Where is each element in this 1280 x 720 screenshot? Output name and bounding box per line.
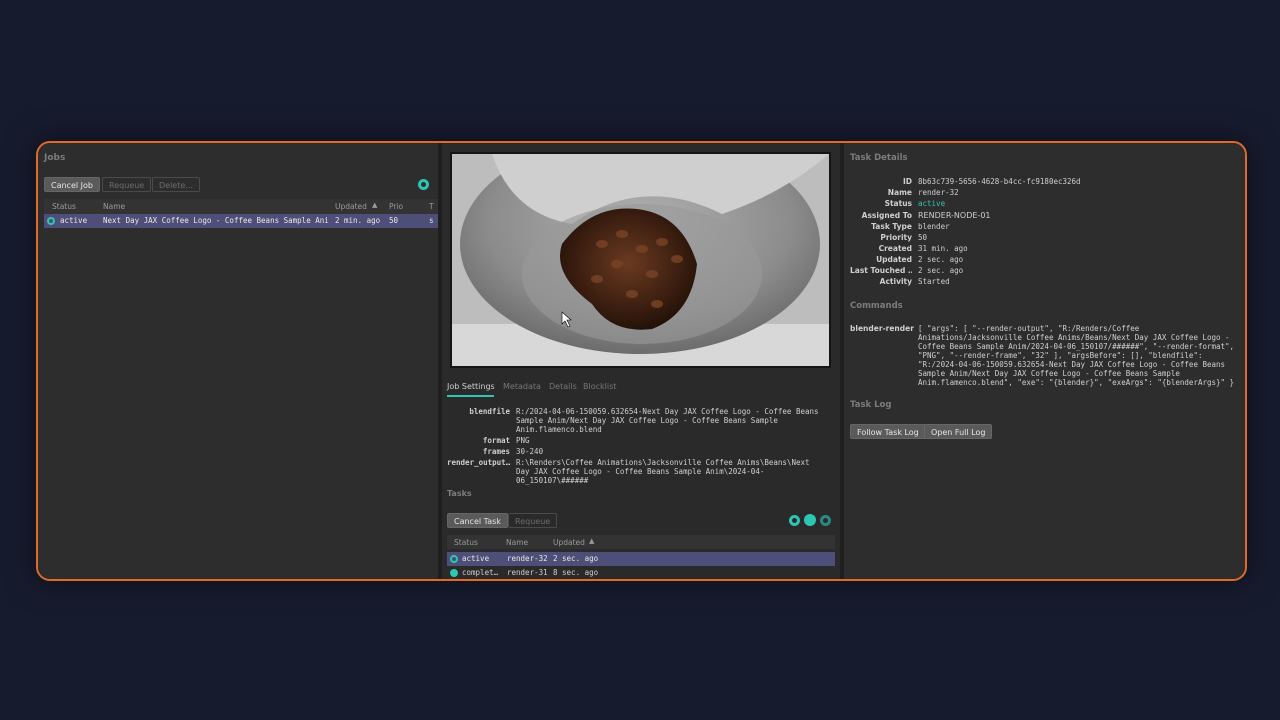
filter-queued-icon[interactable] (820, 515, 831, 526)
setting-value: R:\Renders\Coffee Animations\Jacksonvill… (516, 458, 810, 485)
detail-key: Priority (880, 233, 912, 242)
table-row[interactable]: complet… render-31 8 sec. ago (447, 566, 835, 579)
follow-task-log-button[interactable]: Follow Task Log (850, 424, 926, 439)
col-status[interactable]: Status (454, 538, 478, 547)
setting-value: PNG (516, 436, 530, 445)
detail-value: 2 sec. ago (918, 255, 964, 264)
sort-asc-icon: ▲ (589, 537, 595, 545)
task-updated: 2 sec. ago (553, 554, 599, 563)
command-value: [ "args": [ "--render-output", "R:/Rende… (918, 324, 1235, 387)
task-updated: 8 sec. ago (553, 568, 599, 577)
tab-metadata[interactable]: Metadata (503, 382, 541, 391)
detail-key: Created (878, 244, 912, 253)
commands-title: Commands (850, 301, 903, 311)
setting-key: format (482, 436, 510, 445)
detail-value: render-32 (918, 188, 959, 197)
jobs-title: Jobs (44, 153, 66, 163)
setting-key: blendfile (469, 407, 510, 416)
setting-key: render_output… (447, 458, 510, 467)
col-extra[interactable]: T (429, 202, 434, 211)
detail-key: Assigned To (861, 211, 912, 220)
detail-value-status: active (918, 199, 946, 208)
flamenco-window: Jobs Cancel Job Requeue Delete... Status… (36, 141, 1247, 581)
active-tab-indicator (447, 395, 494, 397)
task-name: render-32 (507, 554, 548, 563)
job-extra: s (429, 216, 434, 225)
command-key: blender-render (850, 324, 914, 333)
completed-status-icon (450, 569, 458, 577)
filter-completed-icon[interactable] (804, 514, 816, 526)
tab-blocklist[interactable]: Blocklist (583, 382, 616, 391)
detail-value: blender (918, 222, 950, 231)
job-prio: 50 (389, 216, 399, 225)
task-status: active (462, 554, 490, 563)
tab-job-settings[interactable]: Job Settings (447, 382, 495, 391)
cancel-job-button[interactable]: Cancel Job (44, 177, 100, 192)
col-prio[interactable]: Prio (389, 202, 403, 211)
job-status: active (60, 216, 88, 225)
tasks-table-header: Status Name Updated ▲ (447, 535, 835, 549)
active-status-icon (47, 217, 55, 225)
sort-asc-icon: ▲ (372, 201, 378, 209)
worker-link[interactable]: RENDER-NODE-01 (918, 211, 991, 220)
task-details-panel: Task Details ID 8b63c739-5656-4628-b4cc-… (844, 143, 1245, 579)
col-name[interactable]: Name (103, 202, 125, 211)
cancel-task-button[interactable]: Cancel Task (447, 513, 508, 528)
jobs-panel: Jobs Cancel Job Requeue Delete... Status… (38, 143, 438, 579)
setting-key: frames (482, 447, 510, 456)
task-details-title: Task Details (850, 153, 908, 163)
setting-value: 30-240 (516, 447, 544, 456)
detail-value: Started (918, 277, 950, 286)
active-status-icon (450, 555, 458, 563)
task-log-title: Task Log (850, 400, 892, 410)
detail-value: 2 sec. ago (918, 266, 964, 275)
detail-key: Last Touched … (850, 266, 912, 275)
open-full-log-button[interactable]: Open Full Log (924, 424, 993, 439)
task-name: render-31 (507, 568, 548, 577)
filter-active-icon[interactable] (789, 515, 800, 526)
detail-key: Status (884, 199, 912, 208)
detail-key: Updated (876, 255, 912, 264)
detail-key: ID (902, 177, 912, 186)
detail-key: Name (887, 188, 912, 197)
col-updated[interactable]: Updated (553, 538, 585, 547)
tab-details[interactable]: Details (549, 382, 577, 391)
col-status[interactable]: Status (52, 202, 76, 211)
detail-value: 31 min. ago (918, 244, 968, 253)
col-updated[interactable]: Updated (335, 202, 367, 211)
detail-value: 8b63c739-5656-4628-b4cc-fc9180ec326d (918, 177, 1081, 186)
coffee-beans-preview-image (452, 143, 829, 366)
table-row[interactable]: active Next Day JAX Coffee Logo - Coffee… (44, 214, 438, 228)
jobs-table-header: Status Name Updated ▲ Prio T (44, 199, 438, 214)
delete-job-button[interactable]: Delete... (152, 177, 200, 192)
requeue-job-button[interactable]: Requeue (102, 177, 152, 192)
job-updated: 2 min. ago (335, 216, 381, 225)
setting-value: R:/2024-04-06-150059.632654-Next Day JAX… (516, 407, 819, 434)
col-name[interactable]: Name (506, 538, 528, 547)
requeue-task-button[interactable]: Requeue (508, 513, 558, 528)
tasks-title: Tasks (447, 489, 472, 498)
table-row[interactable]: active render-32 2 sec. ago (447, 552, 835, 566)
status-filter-active-icon[interactable] (418, 179, 429, 190)
render-preview (450, 143, 831, 368)
detail-key: Activity (879, 277, 912, 286)
job-detail-panel: Job Settings Metadata Details Blocklist … (442, 143, 840, 579)
detail-value: 50 (918, 233, 928, 242)
job-name: Next Day JAX Coffee Logo - Coffee Beans … (103, 216, 329, 225)
detail-key: Task Type (871, 222, 912, 231)
task-status: complet… (462, 568, 499, 577)
